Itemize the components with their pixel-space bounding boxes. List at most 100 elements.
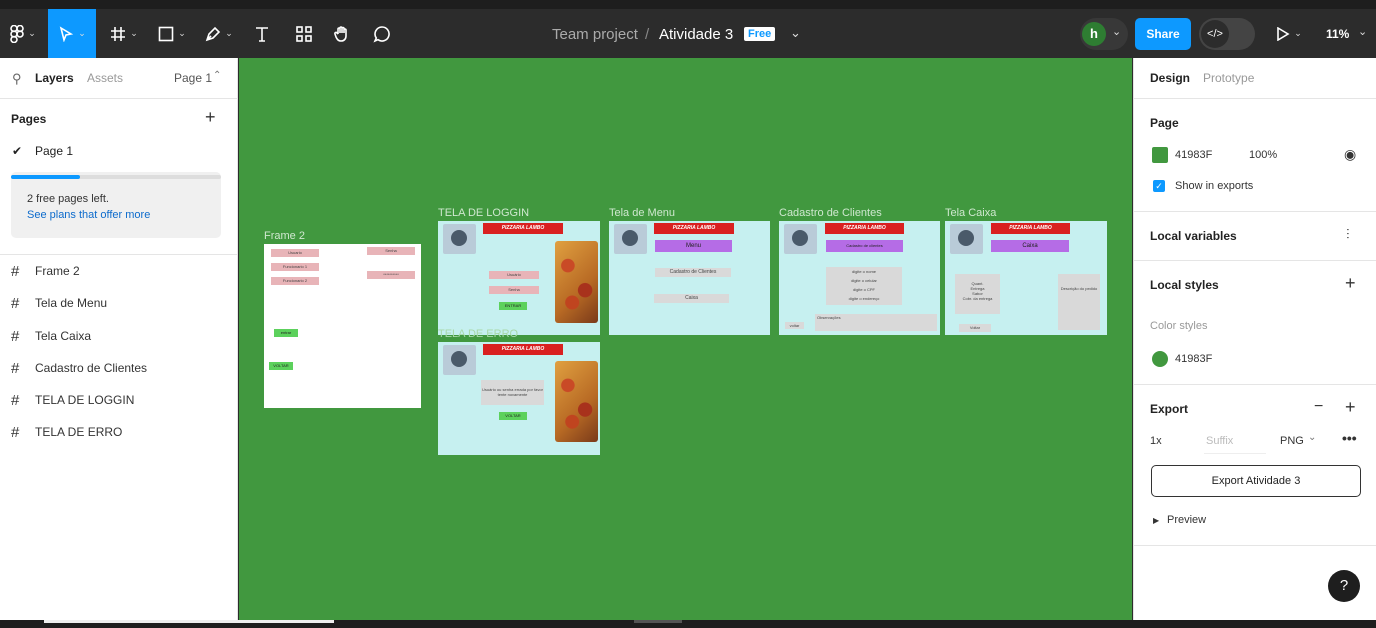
help-button[interactable]: ? — [1328, 570, 1360, 602]
frame-tela-de-loggin[interactable]: PIZZARIA LAMBO Usuário Senha ENTRAR — [438, 221, 600, 335]
enter-button: ENTRAR — [499, 302, 527, 310]
error-message: Usuário ou senha errada por favor tente … — [481, 380, 544, 405]
page-opacity[interactable]: 100% — [1249, 149, 1277, 161]
frame-label-tela-de-erro[interactable]: TELA DE ERRO — [438, 328, 518, 340]
cadastro-field: digite o endereço — [848, 296, 880, 301]
comment-tool-button[interactable] — [368, 9, 396, 58]
remove-export-icon[interactable]: − — [1314, 398, 1323, 416]
multiplayer-group[interactable]: h ⌄ — [1080, 18, 1128, 50]
cursor-icon — [59, 25, 74, 42]
shape-tool-button[interactable]: ⌄ — [152, 9, 192, 58]
chevron-down-icon[interactable]: ⌄ — [1308, 432, 1316, 443]
taskbar-indicator — [44, 620, 334, 623]
layer-tela-de-menu[interactable]: # Tela de Menu — [0, 287, 238, 319]
layer-label: TELA DE LOGGIN — [35, 393, 135, 407]
cadastro-field: digite o nome — [851, 269, 876, 274]
chevron-down-icon: ⌄ — [1112, 26, 1122, 38]
layer-tela-caixa[interactable]: # Tela Caixa — [0, 320, 238, 352]
chef-logo-image — [784, 224, 817, 254]
dev-mode-toggle[interactable]: </> — [1199, 18, 1255, 50]
caixa-line: Cobr. da entrega — [962, 296, 993, 301]
main-menu-button[interactable]: ⌄ — [0, 9, 46, 58]
tab-prototype[interactable]: Prototype — [1203, 71, 1254, 85]
frame-tela-caixa[interactable]: PIZZARIA LAMBO Caixa Quant. Entrega Sabo… — [945, 221, 1107, 335]
file-name[interactable]: Atividade 3 — [659, 26, 733, 43]
divider — [1134, 98, 1376, 99]
zoom-level[interactable]: 11% — [1326, 27, 1349, 41]
frame-tela-de-menu[interactable]: PIZZARIA LAMBO Menu Cadastro de Clientes… — [609, 221, 770, 335]
plans-link[interactable]: See plans that offer more — [27, 209, 150, 221]
export-format[interactable]: PNG — [1280, 435, 1304, 447]
local-variables-title[interactable]: Local variables — [1150, 229, 1237, 243]
components-icon — [296, 25, 312, 42]
frame-tela-de-erro[interactable]: PIZZARIA LAMBO Usuário ou senha errada p… — [438, 342, 600, 455]
password-field: Senha — [489, 286, 539, 294]
page-item-page-1[interactable]: Page 1 — [35, 144, 73, 158]
plan-badge: Free — [744, 27, 776, 41]
share-button[interactable]: Share — [1135, 18, 1191, 50]
avatar[interactable]: h — [1082, 22, 1106, 46]
hand-tool-button[interactable] — [328, 9, 356, 58]
text-tool-button[interactable] — [248, 9, 276, 58]
frame-label-cadastro-de-clientes[interactable]: Cadastro de Clientes — [779, 207, 882, 219]
export-scale[interactable]: 1x — [1150, 435, 1162, 447]
code-icon: </> — [1201, 20, 1229, 48]
rectangle-icon — [158, 26, 174, 41]
canvas[interactable]: Frame 2 Usuario Funcionario 1 Funcionari… — [239, 58, 1132, 620]
figma-logo-icon — [10, 24, 25, 43]
frame-cadastro-de-clientes[interactable]: PIZZARIA LAMBO Cadastro de clientes digi… — [779, 221, 940, 335]
menu-title: Menu — [655, 240, 732, 252]
chevron-down-icon[interactable]: ⌄ — [1358, 25, 1367, 38]
file-menu-chevron-icon[interactable]: ⌄ — [790, 25, 801, 41]
cadastro-title: Cadastro de clientes — [826, 240, 903, 252]
color-styles-label: Color styles — [1150, 320, 1208, 332]
layer-cadastro-de-clientes[interactable]: # Cadastro de Clientes — [0, 352, 238, 384]
resources-button[interactable] — [290, 9, 318, 58]
add-page-icon[interactable]: + — [205, 107, 216, 128]
search-icon[interactable]: ⚲ — [12, 71, 22, 87]
free-pages-card: 2 free pages left. See plans that offer … — [11, 172, 221, 238]
caret-right-icon[interactable]: ▶ — [1153, 516, 1159, 525]
layer-label: TELA DE ERRO — [35, 425, 123, 439]
page-color-hex[interactable]: 41983F — [1175, 149, 1212, 161]
color-style-name[interactable]: 41983F — [1175, 353, 1212, 365]
frame-tool-button[interactable]: ⌄ — [104, 9, 144, 58]
show-in-exports-label: Show in exports — [1175, 180, 1254, 192]
header-banner: PIZZARIA LAMBO — [654, 223, 734, 234]
page-selector[interactable]: Page 1 — [174, 71, 212, 85]
present-button[interactable]: ⌄ — [1268, 9, 1310, 58]
layer-tela-de-loggin[interactable]: # TELA DE LOGGIN — [0, 384, 238, 416]
move-tool-button[interactable]: ⌄ — [48, 9, 96, 58]
project-breadcrumb[interactable]: Team project — [552, 26, 638, 43]
frame-label-tela-de-menu[interactable]: Tela de Menu — [609, 207, 675, 219]
suffix-input[interactable]: Suffix — [1204, 430, 1266, 454]
tab-assets[interactable]: Assets — [87, 71, 123, 85]
add-export-icon[interactable]: + — [1345, 397, 1356, 418]
page-color-swatch[interactable] — [1152, 147, 1168, 163]
export-button[interactable]: Export Atividade 3 — [1151, 465, 1361, 497]
divider — [1134, 211, 1376, 212]
tab-design[interactable]: Design — [1150, 71, 1190, 85]
more-options-icon[interactable]: ••• — [1342, 430, 1357, 446]
pen-tool-button[interactable]: ⌄ — [198, 9, 240, 58]
frame-label-tela-de-loggin[interactable]: TELA DE LOGGIN — [438, 207, 529, 219]
comment-icon — [373, 25, 390, 43]
frame2-field: Funcionario 2 — [271, 277, 319, 285]
header-banner: PIZZARIA LAMBO — [991, 223, 1070, 234]
cadastro-form: digite o nome digite o celular digite o … — [826, 267, 902, 305]
eye-icon[interactable]: ◉ — [1344, 146, 1356, 163]
frame-frame-2[interactable]: Usuario Funcionario 1 Funcionario 2 Senh… — [264, 244, 421, 408]
chevron-up-icon[interactable]: ⌃ — [213, 70, 221, 81]
preview-toggle[interactable]: Preview — [1167, 514, 1206, 526]
tab-layers[interactable]: Layers — [35, 71, 74, 85]
add-style-icon[interactable]: + — [1345, 273, 1356, 294]
variables-settings-icon[interactable]: ⫶ — [1346, 226, 1350, 243]
layer-tela-de-erro[interactable]: # TELA DE ERRO — [0, 416, 238, 448]
color-style-swatch[interactable] — [1152, 351, 1168, 367]
chevron-down-icon: ⌄ — [225, 28, 233, 38]
frame-label-frame-2[interactable]: Frame 2 — [264, 230, 305, 242]
show-in-exports-checkbox[interactable]: ✓ — [1153, 180, 1165, 192]
frame-hash-icon: # — [11, 262, 20, 280]
layer-frame-2[interactable]: # Frame 2 — [0, 255, 238, 287]
frame-label-tela-caixa[interactable]: Tela Caixa — [945, 207, 996, 219]
